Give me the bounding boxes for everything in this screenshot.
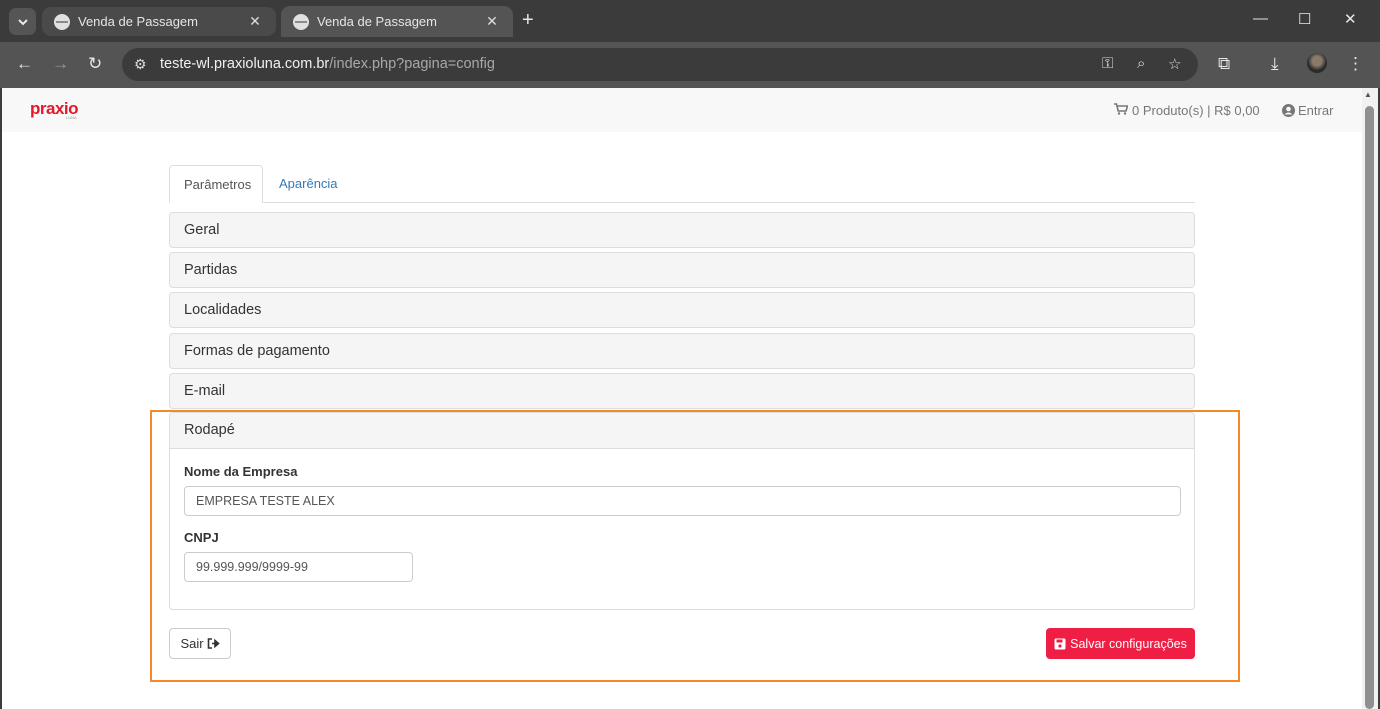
- browser-toolbar: ← → ↻ ⚙ teste-wl.praxioluna.com.br/index…: [0, 42, 1380, 88]
- address-bar[interactable]: ⚙ teste-wl.praxioluna.com.br/index.php?p…: [122, 48, 1198, 81]
- browser-tab-bar: Venda de Passagem ✕ Venda de Passagem ✕ …: [0, 0, 1380, 42]
- profile-avatar[interactable]: [1307, 53, 1327, 73]
- section-rodape: Rodapé Nome da Empresa CNPJ: [169, 412, 1195, 610]
- login-link[interactable]: Entrar: [1282, 103, 1333, 118]
- cnpj-input[interactable]: [184, 552, 413, 582]
- cart-summary: 0 Produto(s) | R$ 0,00: [1132, 103, 1260, 118]
- nome-empresa-label: Nome da Empresa: [184, 464, 298, 479]
- config-tabs: Parâmetros Aparência: [169, 165, 1195, 203]
- tab-aparencia[interactable]: Aparência: [265, 165, 352, 203]
- close-window-icon[interactable]: ✕: [1344, 10, 1357, 28]
- login-label: Entrar: [1298, 103, 1334, 118]
- tab-search-button[interactable]: [9, 8, 36, 35]
- salvar-label: Salvar configurações: [1070, 636, 1187, 651]
- site-info-icon[interactable]: ⚙: [134, 56, 147, 73]
- reload-icon[interactable]: ↻: [88, 54, 102, 74]
- browser-tab-1[interactable]: Venda de Passagem ✕: [42, 7, 276, 36]
- tab-title: Venda de Passagem: [78, 14, 198, 29]
- chevron-down-icon: [17, 18, 28, 25]
- logo-subtitle: LUNA: [66, 115, 77, 120]
- site-favicon-icon: [293, 13, 309, 30]
- cnpj-label: CNPJ: [184, 530, 219, 545]
- browser-tab-2-active[interactable]: Venda de Passagem ✕: [281, 6, 513, 37]
- tab-close-icon[interactable]: ✕: [483, 13, 501, 30]
- star-icon[interactable]: ☆: [1168, 55, 1181, 73]
- back-icon[interactable]: ←: [16, 54, 33, 74]
- url-path: /index.php?pagina=config: [329, 56, 495, 72]
- key-icon[interactable]: ⚿: [1102, 55, 1113, 72]
- new-tab-icon[interactable]: +: [522, 10, 534, 30]
- section-localidades[interactable]: Localidades: [169, 292, 1195, 328]
- tab-title: Venda de Passagem: [317, 14, 437, 29]
- cart-icon: [1114, 103, 1128, 115]
- tab-parametros[interactable]: Parâmetros: [169, 165, 263, 203]
- save-floppy-icon: [1054, 638, 1066, 649]
- user-circle-icon: [1282, 104, 1295, 117]
- section-partidas[interactable]: Partidas: [169, 252, 1195, 288]
- salvar-configuracoes-button[interactable]: Salvar configurações: [1046, 628, 1195, 659]
- page-content: praxio LUNA 0 Produto(s) | R$ 0,00 Entra…: [2, 88, 1362, 709]
- url-host: teste-wl.praxioluna.com.br: [160, 56, 330, 72]
- maximize-icon[interactable]: ☐: [1298, 10, 1311, 28]
- sign-out-icon: [207, 638, 220, 649]
- forward-icon[interactable]: →: [52, 54, 69, 74]
- cart-link[interactable]: 0 Produto(s) | R$ 0,00: [1114, 103, 1260, 118]
- sair-button[interactable]: Sair: [169, 628, 231, 659]
- url-text[interactable]: teste-wl.praxioluna.com.br/index.php?pag…: [160, 56, 495, 72]
- section-geral[interactable]: Geral: [169, 212, 1195, 248]
- scroll-up-arrow-icon[interactable]: ▲: [1364, 90, 1372, 99]
- site-favicon-icon: [54, 13, 70, 30]
- section-email[interactable]: E-mail: [169, 373, 1195, 409]
- site-header: praxio LUNA 0 Produto(s) | R$ 0,00 Entra…: [2, 88, 1362, 132]
- tab-close-icon[interactable]: ✕: [246, 13, 264, 30]
- download-icon[interactable]: ⤓: [1271, 54, 1279, 74]
- section-rodape-header[interactable]: Rodapé: [170, 413, 1194, 449]
- sair-label: Sair: [180, 636, 204, 651]
- minimize-icon[interactable]: —: [1253, 10, 1268, 27]
- extensions-icon[interactable]: ⧉: [1218, 54, 1230, 74]
- nome-empresa-input[interactable]: [184, 486, 1181, 516]
- section-formas-pagamento[interactable]: Formas de pagamento: [169, 333, 1195, 369]
- zoom-icon[interactable]: ⌕: [1137, 55, 1145, 72]
- scrollbar-thumb[interactable]: [1365, 106, 1374, 709]
- menu-icon[interactable]: ⋮: [1347, 54, 1364, 74]
